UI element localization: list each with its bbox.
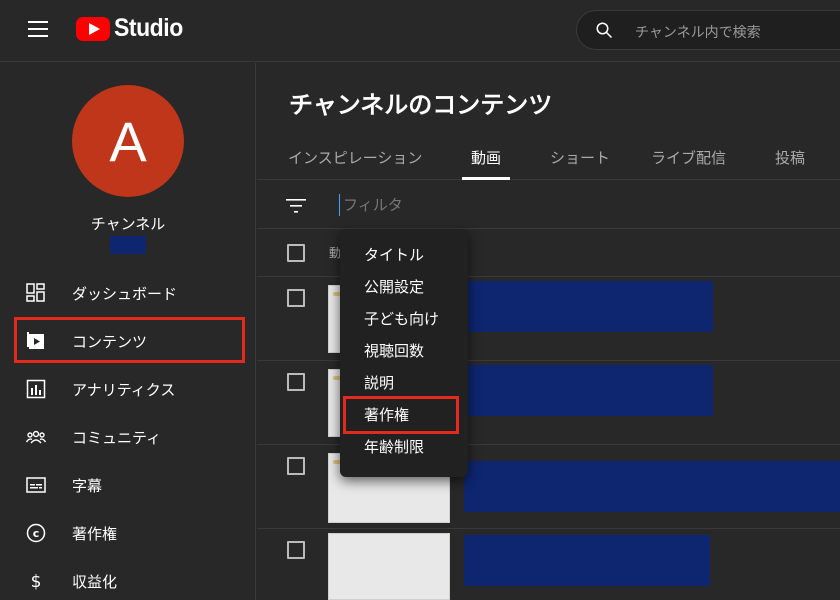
menu-item-age-restriction[interactable]: 年齢制限	[340, 431, 468, 463]
row-checkbox[interactable]	[287, 541, 305, 559]
community-icon	[26, 430, 46, 444]
menu-item-made-for-kids[interactable]: 子ども向け	[340, 303, 468, 335]
tab-inspiration[interactable]: インスピレーション	[288, 147, 422, 168]
menu-item-visibility[interactable]: 公開設定	[340, 271, 468, 303]
video-thumbnail[interactable]	[328, 533, 450, 600]
sidebar-item-label: 収益化	[72, 572, 118, 591]
menu-item-copyright[interactable]: 著作権	[340, 399, 468, 431]
sidebar-item-label: アナリティクス	[72, 380, 176, 399]
svg-text:c: c	[33, 527, 40, 540]
video-title-redacted	[465, 281, 713, 332]
sidebar-item-label: コンテンツ	[72, 332, 148, 351]
tab-posts[interactable]: 投稿	[775, 147, 805, 168]
row-checkbox[interactable]	[287, 373, 305, 391]
sidebar-item-copyright[interactable]: c 著作権	[0, 509, 256, 557]
video-title-redacted	[465, 365, 713, 416]
avatar[interactable]: A	[72, 85, 184, 197]
sidebar-item-community[interactable]: コミュニティ	[0, 413, 256, 461]
page-title: チャンネルのコンテンツ	[289, 91, 553, 119]
logo-text: Studio	[114, 14, 183, 42]
search-input[interactable]: チャンネル内で検索	[635, 22, 761, 42]
menu-icon[interactable]	[28, 21, 48, 37]
sidebar-item-monetization[interactable]: $ 収益化	[0, 557, 256, 600]
tab-live[interactable]: ライブ配信	[651, 147, 726, 168]
sidebar-item-analytics[interactable]: アナリティクス	[0, 365, 256, 413]
sidebar-item-label: 著作権	[72, 524, 118, 543]
sidebar-item-subtitles[interactable]: 字幕	[0, 461, 256, 509]
row-checkbox[interactable]	[287, 289, 305, 307]
studio-logo[interactable]: Studio	[76, 14, 189, 43]
channel-name: チャンネル	[90, 215, 166, 233]
sidebar-item-label: コミュニティ	[72, 428, 162, 447]
video-title-redacted	[464, 461, 840, 512]
youtube-play-icon	[76, 16, 110, 41]
row-checkbox[interactable]	[287, 457, 305, 475]
svg-text:$: $	[31, 572, 42, 591]
sidebar-item-content[interactable]: コンテンツ	[0, 317, 256, 365]
menu-item-title[interactable]: タイトル	[340, 239, 468, 271]
analytics-icon	[26, 379, 46, 399]
sidebar: A チャンネル ダッシュボード コンテンツ アナリティクス コミュニティ 字幕 …	[0, 63, 256, 600]
sidebar-item-label: 字幕	[72, 476, 103, 495]
search-box[interactable]: チャンネル内で検索	[576, 10, 840, 50]
video-title-redacted	[464, 535, 710, 586]
subtitles-icon	[26, 477, 46, 493]
copyright-icon: c	[26, 523, 46, 543]
menu-item-views[interactable]: 視聴回数	[340, 335, 468, 367]
filter-dropdown-menu: タイトル 公開設定 子ども向け 視聴回数 説明 著作権 年齢制限	[340, 229, 468, 477]
select-all-checkbox[interactable]	[287, 244, 305, 262]
tab-videos[interactable]: 動画	[471, 147, 501, 168]
channel-handle-redacted	[110, 236, 146, 254]
monetization-icon: $	[31, 572, 42, 591]
filter-bar: フィルタ	[257, 180, 840, 229]
menu-item-description[interactable]: 説明	[340, 367, 468, 399]
tab-shorts[interactable]: ショート	[550, 147, 610, 168]
filter-input[interactable]: フィルタ	[339, 194, 539, 216]
dashboard-icon	[26, 283, 45, 302]
tab-bar: インスピレーション 動画 ショート ライブ配信 投稿	[257, 133, 840, 180]
top-bar: Studio チャンネル内で検索	[0, 0, 840, 62]
content-icon	[27, 332, 44, 349]
filter-icon[interactable]	[286, 198, 306, 214]
sidebar-item-label: ダッシュボード	[72, 284, 178, 303]
search-icon[interactable]	[595, 21, 613, 39]
sidebar-item-dashboard[interactable]: ダッシュボード	[0, 269, 256, 317]
table-row[interactable]	[257, 529, 840, 600]
